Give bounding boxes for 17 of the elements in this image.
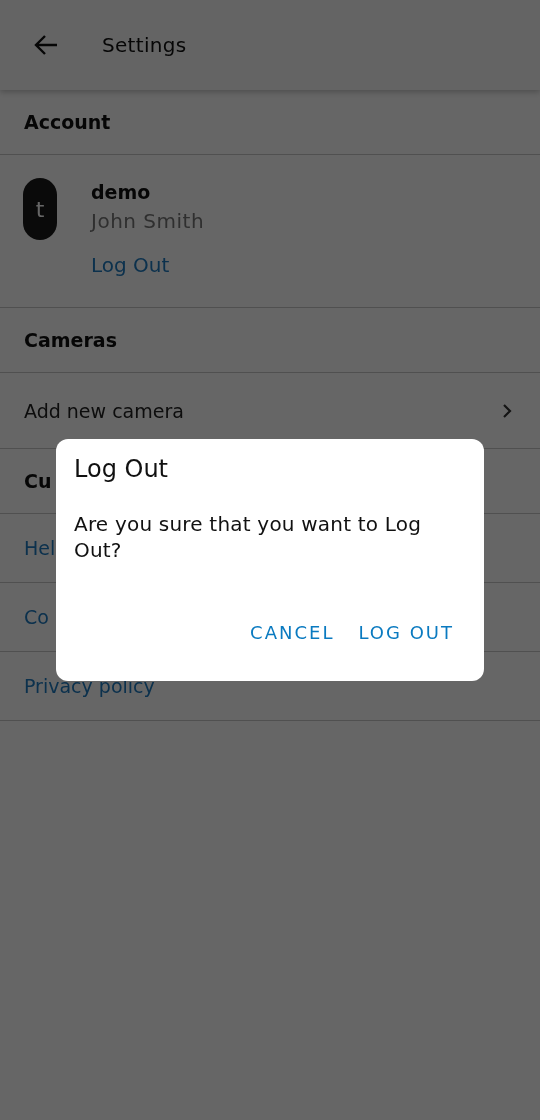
settings-link[interactable]: Co: [24, 606, 49, 628]
section-header: Cameras: [24, 329, 117, 351]
avatar: t: [23, 178, 57, 240]
screen-title: Settings: [102, 33, 187, 57]
settings-link[interactable]: Hel: [24, 537, 56, 559]
dialog-button[interactable]: CANCEL: [250, 622, 335, 643]
dialog-message: Are you sure that you want to Log Out?: [74, 511, 423, 563]
chevron-right-icon: [502, 402, 512, 419]
section-header: Account: [24, 111, 111, 133]
dialog-title: Log Out: [74, 455, 169, 483]
username: demo: [91, 181, 152, 203]
section-header: Cu: [24, 470, 52, 492]
log-out-link[interactable]: Log Out: [91, 253, 205, 277]
dialog-button[interactable]: LOG OUT: [358, 622, 454, 643]
back-arrow-icon: [33, 34, 59, 56]
settings-link[interactable]: Privacy policy: [24, 675, 155, 697]
settings-item[interactable]: Add new camera: [24, 399, 184, 422]
